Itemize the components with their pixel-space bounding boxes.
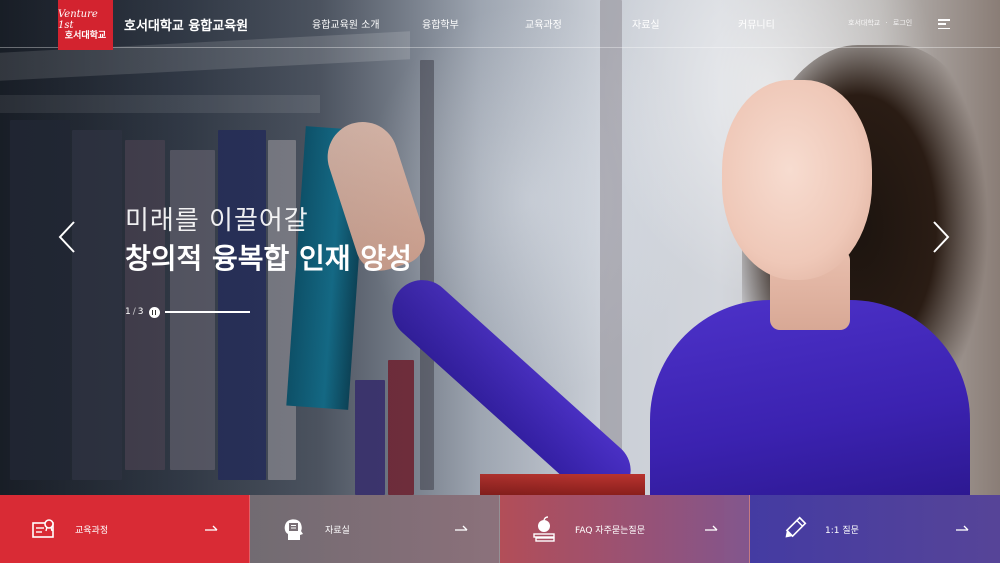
hero-subtitle: 미래를 이끌어갈 [125,206,309,236]
pause-icon[interactable] [148,306,160,318]
util-university-link[interactable]: 호서대학교 [848,19,880,27]
quick-link-label: 자료실 [325,526,350,536]
nav-item-curriculum[interactable]: 교육과정 [525,16,562,31]
utility-links: 호서대학교 · 로그인 [848,18,912,28]
slide-current: 1 [125,307,131,317]
quick-links-bar: 교육과정 자료실 FAQ 자주묻는질문 1:1 질문 [0,495,1000,563]
chevron-right-icon [933,221,950,253]
slide-next-button[interactable] [930,220,952,254]
arrow-right-icon [956,521,970,533]
slide-pager: 1/3 [125,305,160,319]
quick-link-label: 1:1 질문 [825,526,859,536]
hamburger-menu-icon[interactable] [938,19,950,29]
nav-item-about[interactable]: 융합교육원 소개 [312,16,380,31]
quick-link-resources[interactable]: 자료실 [250,495,500,563]
util-login-link[interactable]: 로그인 [893,19,912,27]
util-separator: · [885,19,888,27]
quick-link-qna[interactable]: 1:1 질문 [750,495,1000,563]
quick-link-label: FAQ 자주묻는질문 [575,526,645,536]
hero-title: 창의적 융복합 인재 양성 [125,242,412,275]
quick-link-label: 교육과정 [75,526,109,536]
slide-progress-fill [165,311,250,313]
apple-book-icon [530,515,558,543]
slide-prev-button[interactable] [56,220,78,254]
arrow-right-icon [205,521,219,533]
pencil-icon [780,515,808,543]
quick-link-curriculum[interactable]: 교육과정 [0,495,250,563]
nav-item-resources[interactable]: 자료실 [632,16,660,31]
site-header: Venture 1st 호서대학교 호서대학교 융합교육원 융합교육원 소개 융… [0,0,1000,50]
slide-counter: 1/3 [125,307,144,317]
arrow-right-icon [705,521,719,533]
nav-item-community[interactable]: 커뮤니티 [738,16,775,31]
slide-progress-track [165,311,250,313]
slide-total: 3 [137,307,144,317]
quick-link-faq[interactable]: FAQ 자주묻는질문 [500,495,750,563]
nav-item-department[interactable]: 융합학부 [422,16,459,31]
arrow-right-icon [455,521,469,533]
logo-text-bottom: 호서대학교 [64,30,107,41]
certificate-icon [30,515,58,543]
chevron-left-icon [58,221,75,253]
slide-separator: / [132,307,136,317]
head-document-icon [280,515,308,543]
